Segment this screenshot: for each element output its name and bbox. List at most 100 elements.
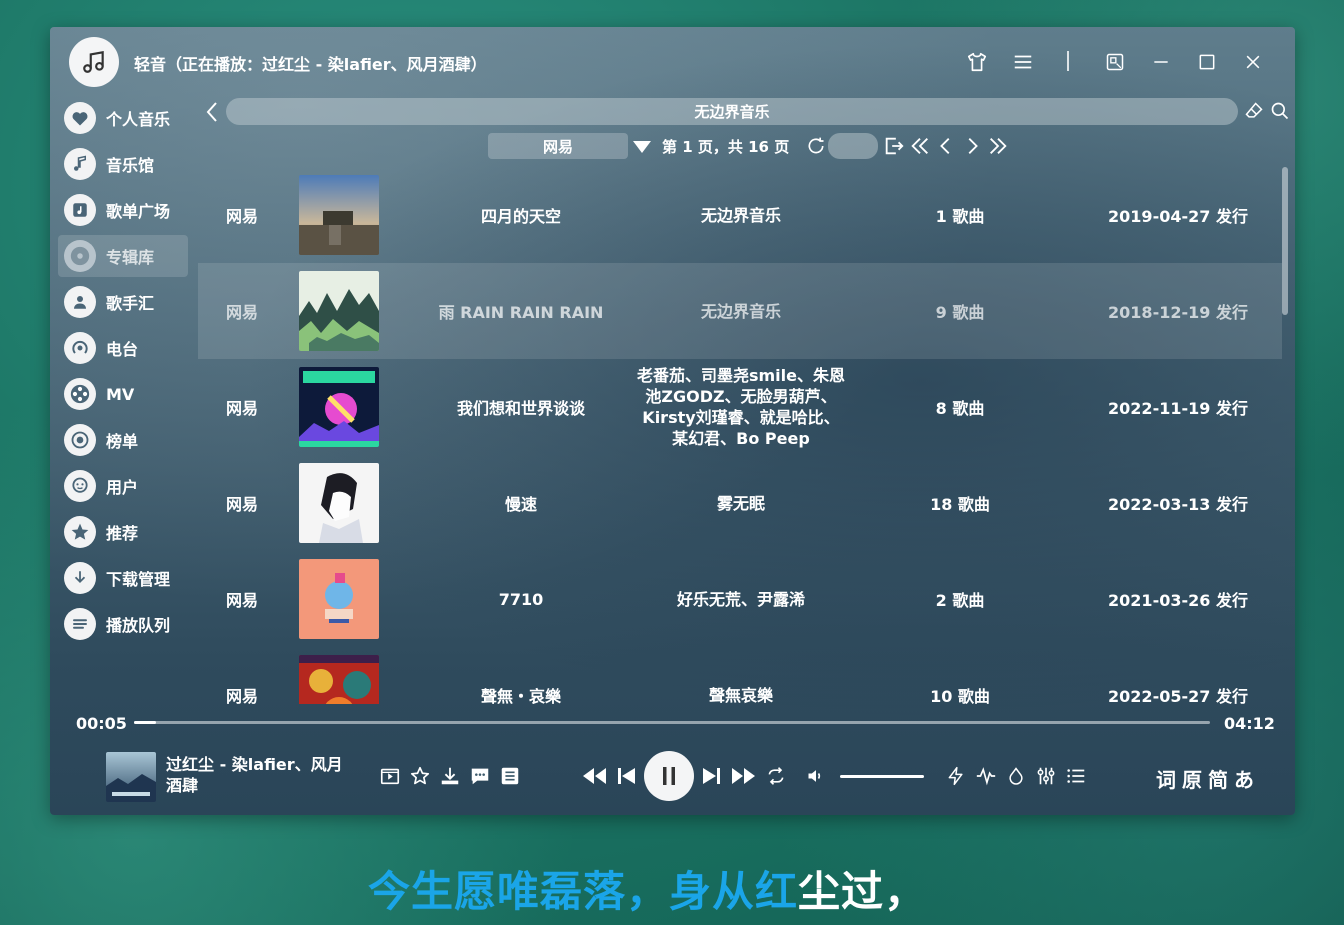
volume-icon[interactable] bbox=[804, 764, 828, 788]
sidebar-item-play-queue[interactable]: 播放队列 bbox=[58, 603, 188, 645]
desktop-lyric[interactable]: 今生愿唯磊落，身从红尘过， bbox=[368, 858, 927, 919]
simplified-lyric-button[interactable]: 简 bbox=[1208, 764, 1228, 793]
waveform-icon[interactable] bbox=[974, 764, 998, 788]
refresh-icon[interactable] bbox=[804, 134, 828, 158]
progress-slider[interactable] bbox=[134, 721, 1210, 724]
album-name[interactable]: 慢速 bbox=[411, 455, 631, 551]
close-icon[interactable] bbox=[1240, 49, 1266, 75]
pagination-bar: 网易 第 1 页，共 16 页 bbox=[50, 131, 1295, 161]
sidebar-item-radio[interactable]: 电台 bbox=[58, 327, 188, 369]
lyric-options: 词 原 简 あ bbox=[1156, 764, 1254, 793]
back-chevron-icon[interactable] bbox=[202, 99, 222, 125]
album-name[interactable]: 四月的天空 bbox=[411, 167, 631, 263]
lyric-toggle-button[interactable]: 词 bbox=[1156, 764, 1176, 793]
album-cover[interactable] bbox=[299, 175, 379, 255]
triangle-down-icon[interactable] bbox=[632, 139, 652, 158]
search-input[interactable]: 无边界音乐 bbox=[226, 98, 1238, 125]
menu-icon[interactable] bbox=[1010, 49, 1036, 75]
total-time: 04:12 bbox=[1224, 714, 1275, 733]
romaji-lyric-button[interactable]: あ bbox=[1234, 764, 1254, 793]
sidebar-item-label: 歌单广场 bbox=[106, 202, 171, 221]
lyrics-list-icon[interactable] bbox=[498, 764, 522, 788]
minimize-icon[interactable] bbox=[1148, 49, 1174, 75]
album-row[interactable]: 网易 慢速 雾无眠 18 歌曲 2022-03-13 发行 bbox=[198, 455, 1282, 551]
last-page-icon[interactable] bbox=[986, 134, 1010, 158]
album-song-count: 8 歌曲 bbox=[935, 399, 985, 418]
equalizer-icon[interactable] bbox=[1034, 764, 1058, 788]
sidebar-item-album-library[interactable]: 专辑库 bbox=[58, 235, 188, 277]
album-row[interactable]: 网易 我们想和世界谈谈 老番茄、司墨尧smile、朱恩池ZGODZ、无脸男葫芦、… bbox=[198, 359, 1282, 455]
loop-icon[interactable] bbox=[764, 764, 788, 788]
clear-eraser-icon[interactable] bbox=[1242, 99, 1266, 123]
album-name[interactable]: 雨 RAIN RAIN RAIN bbox=[411, 263, 631, 359]
album-cover[interactable] bbox=[299, 463, 379, 543]
sidebar-item-label: 播放队列 bbox=[106, 616, 171, 635]
page-number-input[interactable] bbox=[828, 133, 878, 159]
rewind-icon[interactable] bbox=[580, 764, 608, 788]
album-artist[interactable]: 无边界音乐 bbox=[635, 167, 847, 263]
album-artist[interactable]: 无边界音乐 bbox=[635, 263, 847, 359]
sidebar-item-playlist-square[interactable]: 歌单广场 bbox=[58, 189, 188, 231]
sidebar-item-mv[interactable]: MV bbox=[58, 373, 188, 415]
album-cover[interactable] bbox=[299, 655, 379, 704]
album-cover[interactable] bbox=[299, 559, 379, 639]
search-icon[interactable] bbox=[1268, 99, 1292, 123]
queue-icon bbox=[64, 608, 96, 640]
sidebar-item-users[interactable]: 用户 bbox=[58, 465, 188, 507]
next-track-icon[interactable] bbox=[700, 764, 724, 788]
album-name[interactable]: 聲無・哀樂 bbox=[411, 647, 631, 704]
droplet-icon[interactable] bbox=[1004, 764, 1028, 788]
album-artist[interactable]: 老番茄、司墨尧smile、朱恩池ZGODZ、无脸男葫芦、Kirsty刘瑾睿、就是… bbox=[635, 359, 847, 455]
album-row[interactable]: 网易 四月的天空 无边界音乐 1 歌曲 2019-04-27 发行 bbox=[198, 167, 1282, 263]
sidebar-item-charts[interactable]: 榜单 bbox=[58, 419, 188, 461]
window-title: 轻音（正在播放：过红尘 - 染lafier、风月酒肆） bbox=[134, 55, 487, 74]
skin-tshirt-icon[interactable] bbox=[964, 49, 990, 75]
sidebar-item-label: MV bbox=[106, 384, 135, 404]
sidebar-item-label: 用户 bbox=[106, 478, 139, 497]
first-page-icon[interactable] bbox=[908, 134, 932, 158]
source-select[interactable]: 网易 bbox=[488, 133, 628, 159]
sidebar-item-downloads[interactable]: 下载管理 bbox=[58, 557, 188, 599]
album-artist[interactable]: 雾无眠 bbox=[635, 455, 847, 551]
desktop-lyric-unsung: 尘过， bbox=[798, 867, 928, 916]
album-name[interactable]: 7710 bbox=[411, 551, 631, 647]
album-list-scrollbar[interactable] bbox=[1282, 167, 1288, 315]
download-icon bbox=[64, 562, 96, 594]
fast-forward-icon[interactable] bbox=[730, 764, 758, 788]
jump-page-icon[interactable] bbox=[882, 134, 906, 158]
mini-mode-icon[interactable] bbox=[1102, 49, 1128, 75]
sidebar-item-recommend[interactable]: 推荐 bbox=[58, 511, 188, 553]
album-cover[interactable] bbox=[299, 367, 379, 447]
sidebar-item-singers[interactable]: 歌手汇 bbox=[58, 281, 188, 323]
album-row[interactable]: 网易 聲無・哀樂 聲無哀樂 10 歌曲 2022-05-27 发行 bbox=[198, 647, 1282, 704]
pause-button[interactable] bbox=[644, 751, 694, 801]
album-row[interactable]: 网易 7710 好乐无荒、尹露浠 2 歌曲 2021-03-26 发行 bbox=[198, 551, 1282, 647]
album-source: 网易 bbox=[226, 303, 259, 322]
album-release-date: 2021-03-26 发行 bbox=[1108, 591, 1248, 610]
page-indicator: 第 1 页，共 16 页 bbox=[662, 138, 790, 156]
playlist-icon bbox=[64, 194, 96, 226]
source-select-value: 网易 bbox=[542, 137, 573, 156]
original-lyric-button[interactable]: 原 bbox=[1182, 764, 1202, 793]
album-source: 网易 bbox=[226, 687, 259, 704]
comment-icon[interactable] bbox=[468, 764, 492, 788]
album-name[interactable]: 我们想和世界谈谈 bbox=[411, 359, 631, 455]
maximize-icon[interactable] bbox=[1194, 49, 1220, 75]
mv-video-icon[interactable] bbox=[378, 764, 402, 788]
album-artist[interactable]: 聲無哀樂 bbox=[635, 647, 847, 705]
album-artist[interactable]: 好乐无荒、尹露浠 bbox=[635, 551, 847, 647]
app-window: 轻音（正在播放：过红尘 - 染lafier、风月酒肆） 个人音乐 音乐馆 歌单广… bbox=[50, 27, 1295, 815]
title-bar: 轻音（正在播放：过红尘 - 染lafier、风月酒肆） bbox=[50, 27, 1295, 99]
prev-page-icon[interactable] bbox=[934, 134, 958, 158]
next-page-icon[interactable] bbox=[960, 134, 984, 158]
album-row[interactable]: 网易 雨 RAIN RAIN RAIN 无边界音乐 9 歌曲 2018-12-1… bbox=[198, 263, 1282, 359]
playlist-icon[interactable] bbox=[1064, 764, 1088, 788]
favorite-star-icon[interactable] bbox=[408, 764, 432, 788]
album-cover[interactable] bbox=[299, 271, 379, 351]
now-playing-cover[interactable] bbox=[106, 752, 156, 802]
sidebar-item-label: 个人音乐 bbox=[106, 110, 171, 129]
download-icon[interactable] bbox=[438, 764, 462, 788]
previous-track-icon[interactable] bbox=[614, 764, 638, 788]
volume-slider[interactable] bbox=[840, 775, 924, 778]
lightning-icon[interactable] bbox=[944, 764, 968, 788]
